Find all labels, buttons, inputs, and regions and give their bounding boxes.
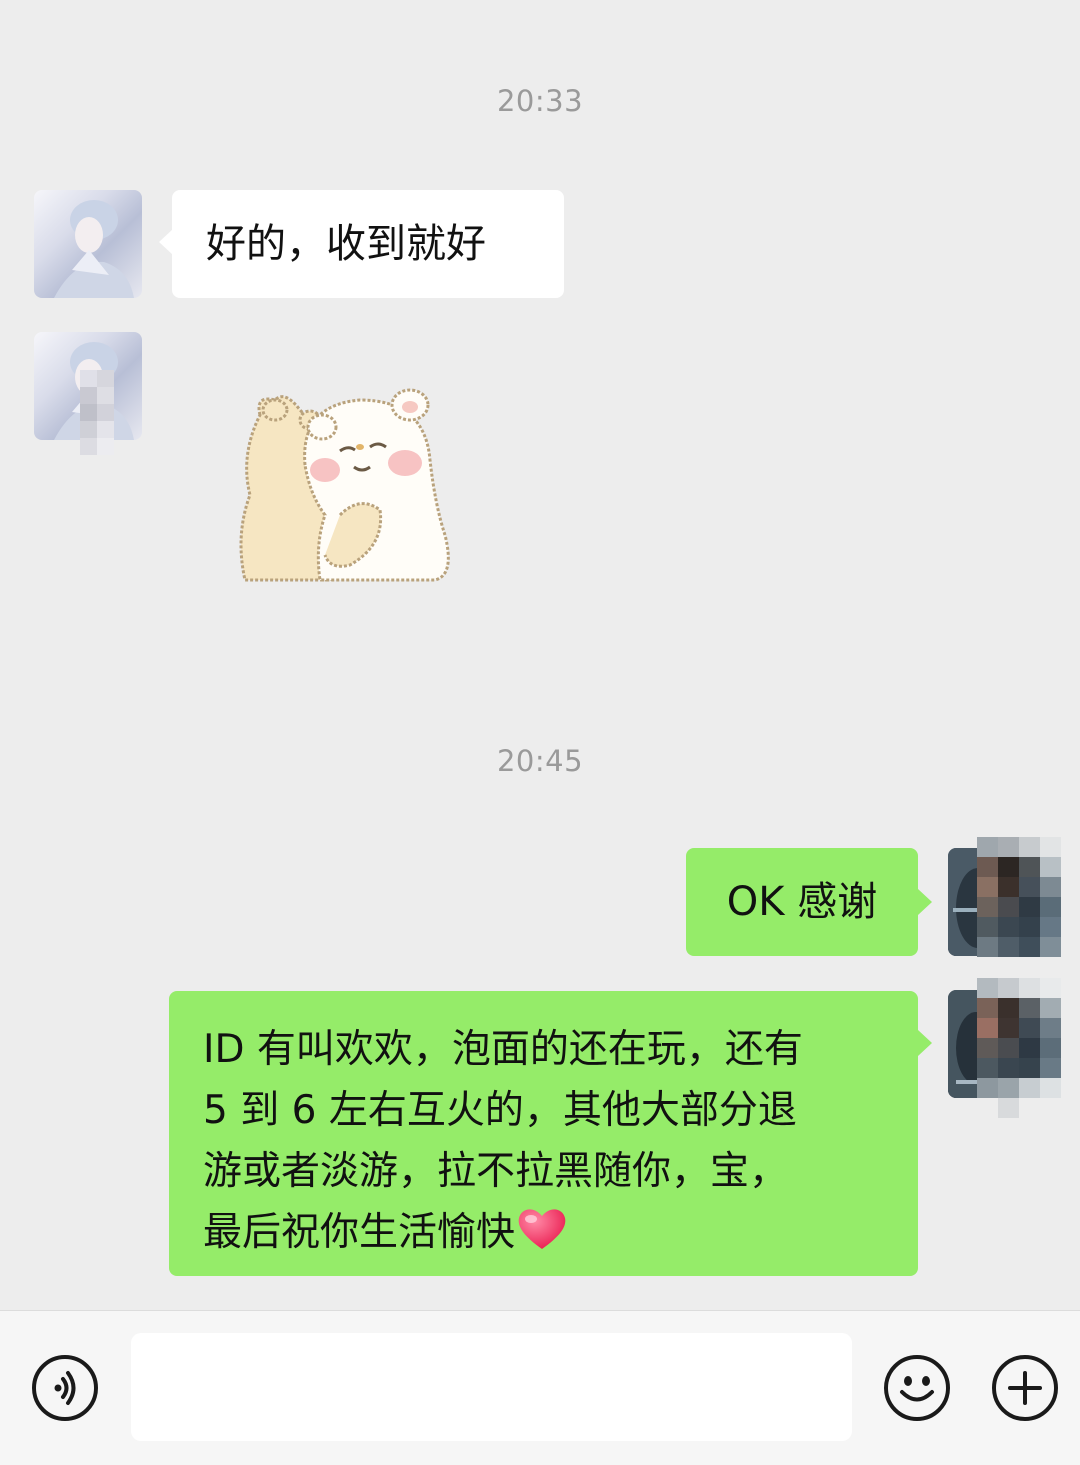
privacy-mosaic bbox=[80, 370, 114, 455]
message-line: 游或者淡游，拉不拉黑随你，宝， bbox=[203, 1149, 789, 1194]
timestamp: 20:33 bbox=[496, 84, 584, 118]
message-text: 好的，收到就好 bbox=[206, 221, 486, 267]
emoji-button[interactable] bbox=[884, 1355, 950, 1421]
message-input[interactable] bbox=[131, 1333, 852, 1441]
voice-button[interactable] bbox=[32, 1355, 98, 1421]
privacy-mosaic bbox=[977, 978, 1061, 1118]
smiley-icon bbox=[900, 1376, 934, 1402]
message-line: ID 有叫欢欢，泡面的还在玩，还有 bbox=[203, 1027, 803, 1072]
received-message-bubble[interactable]: 好的，收到就好 bbox=[172, 190, 564, 298]
more-button[interactable] bbox=[992, 1355, 1058, 1421]
plus-icon bbox=[1008, 1371, 1042, 1405]
message-text: OK 感谢 bbox=[726, 879, 878, 925]
bubble-tail bbox=[918, 889, 932, 915]
heart-emoji-icon bbox=[515, 1205, 569, 1269]
timestamp: 20:45 bbox=[496, 744, 584, 778]
bear-hug-sticker[interactable] bbox=[230, 375, 470, 590]
sent-message-bubble[interactable]: OK 感谢 bbox=[686, 848, 918, 956]
bubble-tail bbox=[159, 229, 173, 255]
bubble-tail bbox=[918, 1030, 932, 1056]
sent-message-bubble[interactable]: ID 有叫欢欢，泡面的还在玩，还有 5 到 6 左右互火的，其他大部分退 游或者… bbox=[169, 991, 918, 1276]
voice-icon bbox=[54, 1371, 76, 1405]
message-line: 最后祝你生活愉快 bbox=[203, 1210, 516, 1255]
contact-avatar[interactable] bbox=[34, 190, 142, 298]
message-line: 5 到 6 左右互火的，其他大部分退 bbox=[203, 1088, 797, 1133]
privacy-mosaic bbox=[977, 837, 1061, 957]
